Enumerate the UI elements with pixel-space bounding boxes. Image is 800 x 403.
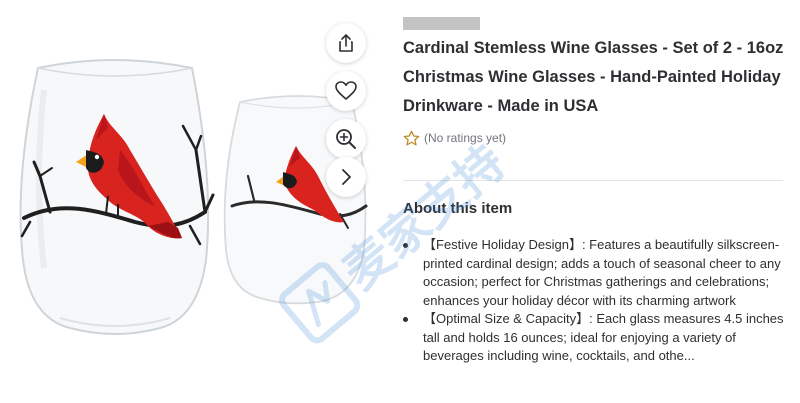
front-glass — [19, 59, 215, 335]
product-page: Cardinal Stemless Wine Glasses - Set of … — [0, 0, 800, 403]
heart-icon — [335, 81, 357, 100]
favorite-button[interactable] — [326, 71, 366, 111]
about-heading: About this item — [403, 200, 513, 217]
section-divider — [403, 180, 783, 181]
list-item: 【Festive Holiday Design】: Features a bea… — [403, 236, 788, 310]
rating-row[interactable]: (No ratings yet) — [403, 128, 506, 148]
next-image-button[interactable] — [326, 157, 366, 197]
share-button[interactable] — [326, 23, 366, 63]
rating-text: (No ratings yet) — [424, 131, 507, 145]
seller-name-redacted — [403, 17, 480, 30]
star-outline-icon — [403, 130, 420, 146]
about-bullets: 【Festive Holiday Design】: Features a bea… — [403, 236, 788, 366]
product-image[interactable] — [0, 0, 380, 403]
product-title: Cardinal Stemless Wine Glasses - Set of … — [403, 39, 784, 115]
chevron-right-icon — [342, 169, 351, 185]
list-item: 【Optimal Size & Capacity】: Each glass me… — [403, 310, 788, 366]
zoom-in-icon — [336, 129, 356, 149]
zoom-button[interactable] — [326, 119, 366, 159]
image-gallery — [0, 0, 380, 403]
share-icon — [339, 34, 353, 52]
